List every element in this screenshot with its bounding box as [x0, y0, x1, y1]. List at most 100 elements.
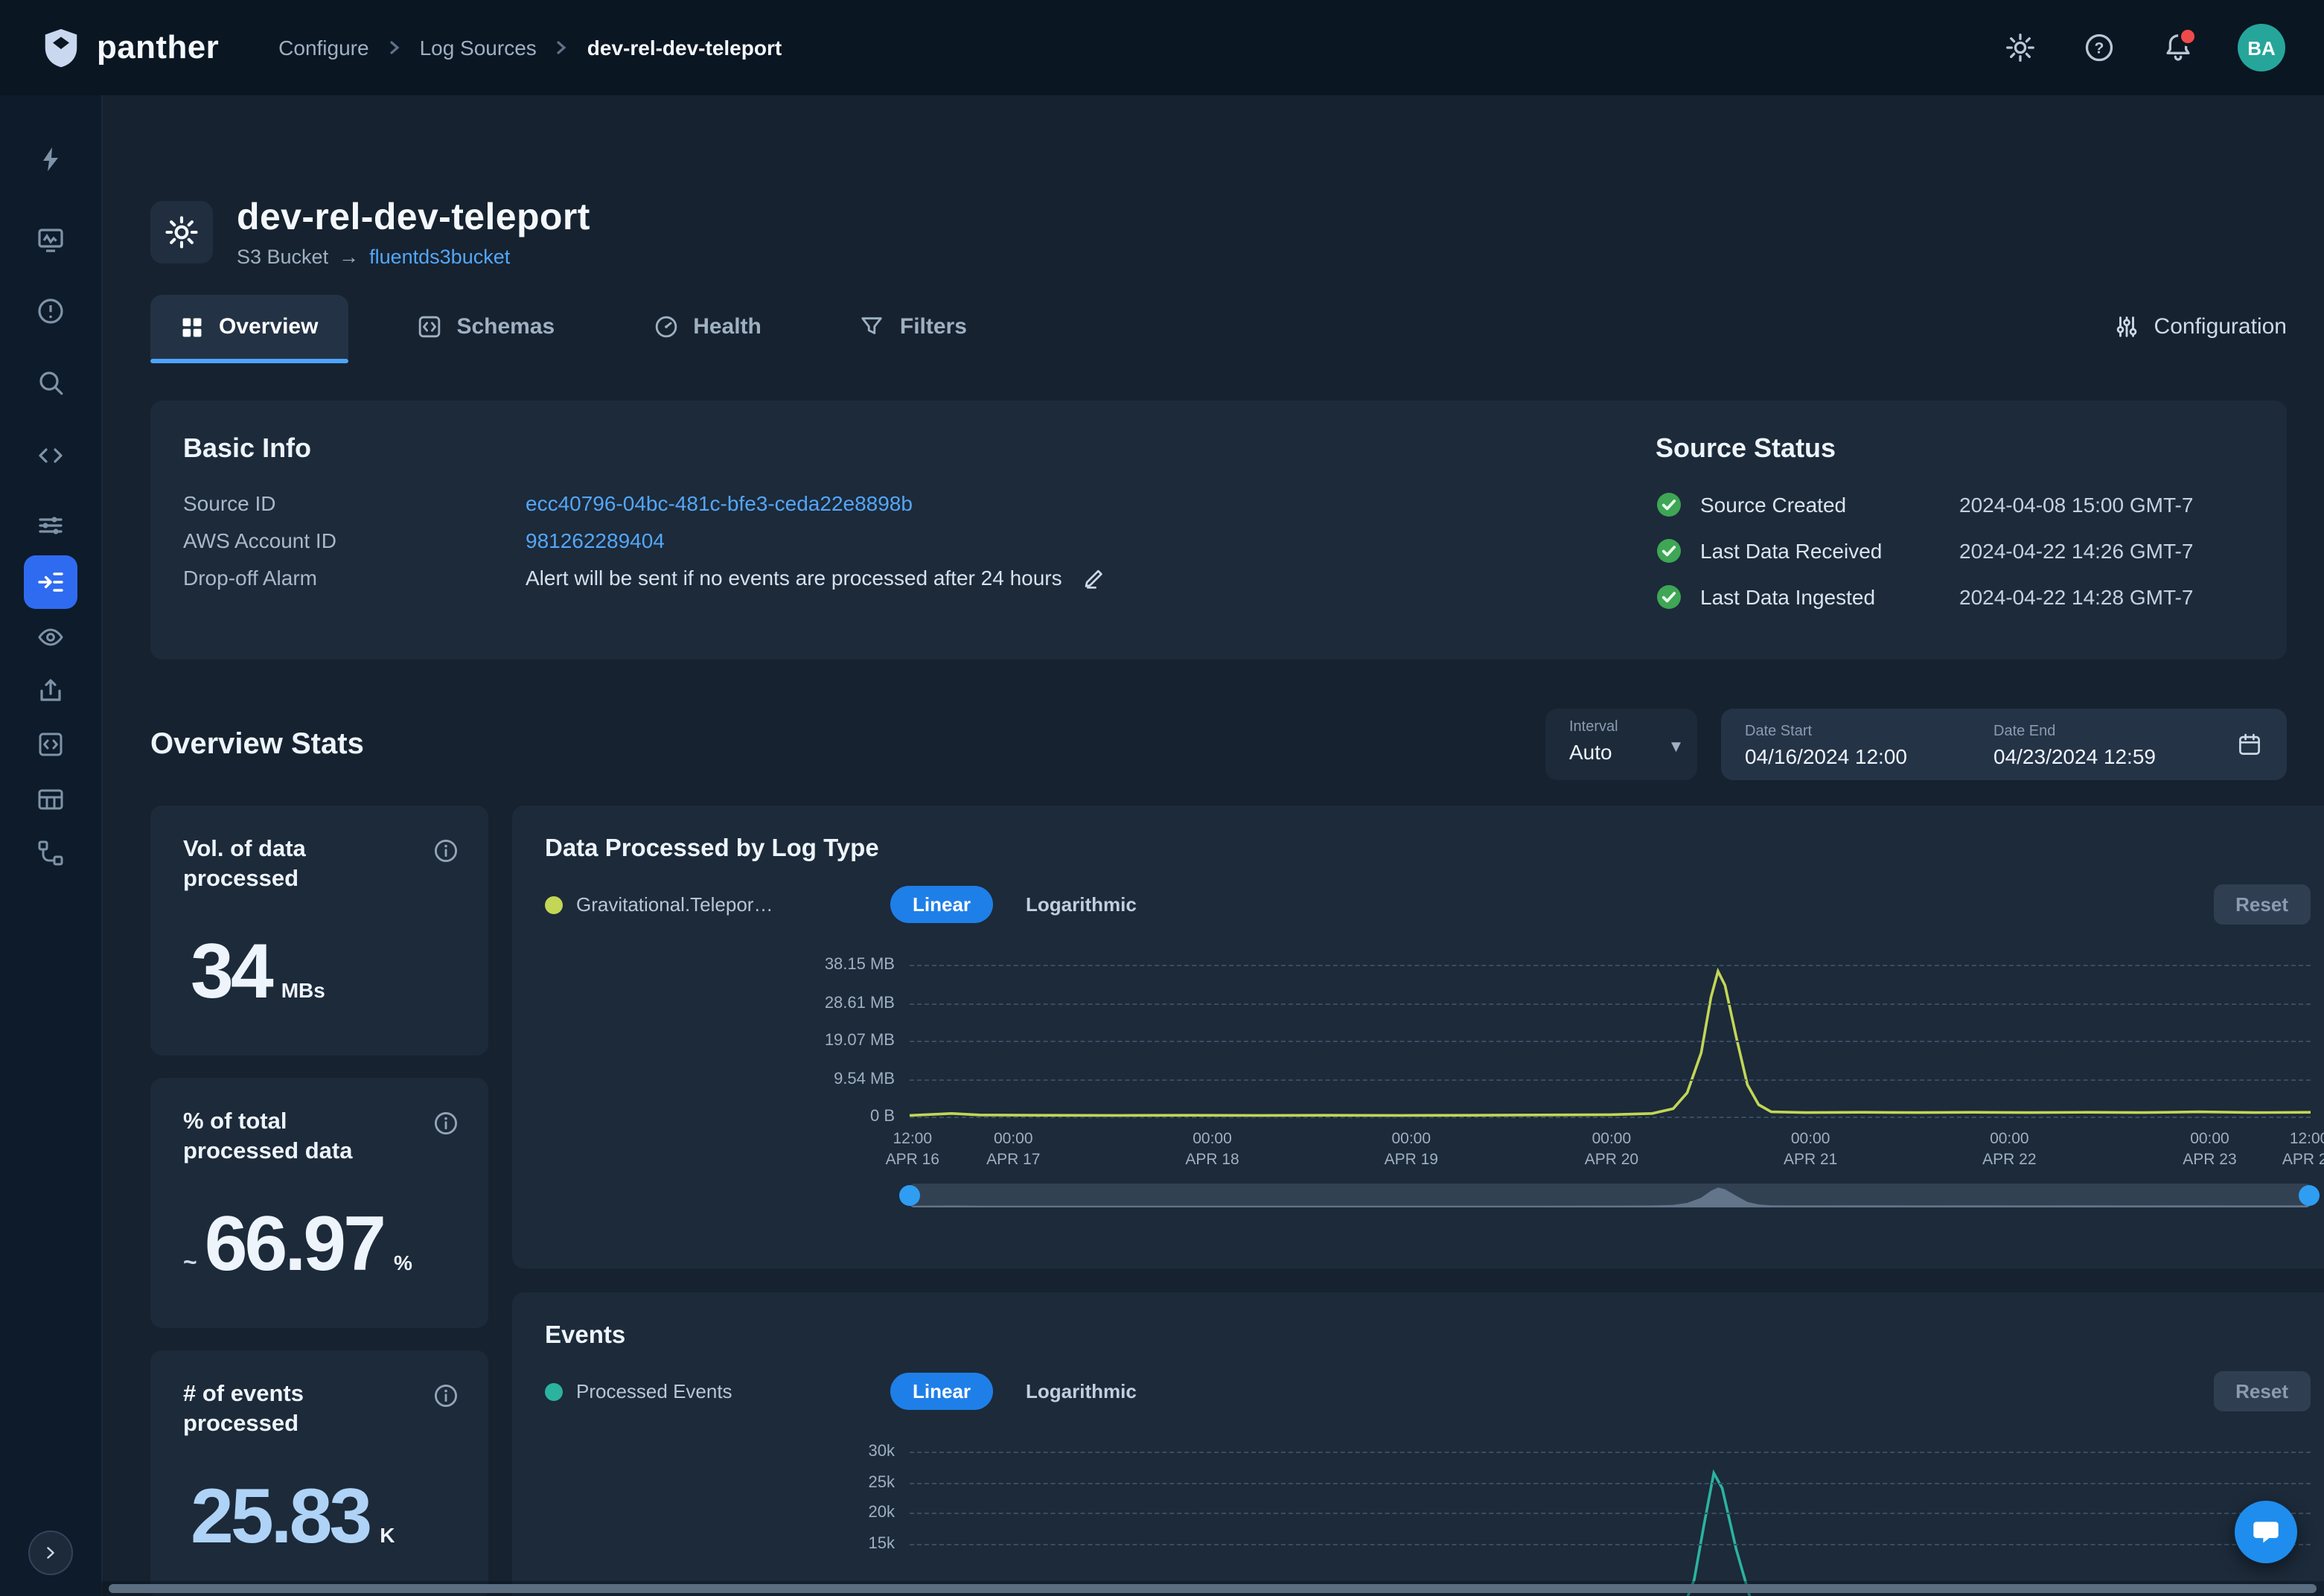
stat-prefix: ~: [183, 1251, 197, 1277]
y-axis-label: 15k: [869, 1534, 896, 1552]
tab-health[interactable]: Health: [623, 295, 791, 359]
stat-card-volume: Vol. of data processed 34MBs: [150, 805, 488, 1056]
info-row-drop-off-alarm: Drop-off Alarm Alert will be sent if no …: [183, 566, 1656, 590]
health-icon: [653, 314, 678, 339]
sidebar-item-query[interactable]: [24, 429, 77, 482]
stat-value: 66.97: [205, 1200, 383, 1289]
source-status-title: Source Status: [1656, 433, 2254, 465]
tab-schemas[interactable]: Schemas: [386, 295, 584, 359]
logarithmic-button[interactable]: Logarithmic: [1008, 1373, 1155, 1410]
stat-cards-column: Vol. of data processed 34MBs % of total …: [150, 805, 488, 1596]
breadcrumb-item-configure[interactable]: Configure: [278, 36, 368, 60]
scrubber-handle-right[interactable]: [2299, 1185, 2320, 1206]
bucket-link[interactable]: fluentds3bucket: [369, 246, 510, 268]
date-start-value: 04/16/2024 12:00: [1745, 744, 1907, 767]
tab-filters[interactable]: Filters: [830, 295, 997, 359]
sidebar-item-detections[interactable]: [24, 499, 77, 552]
linear-button[interactable]: Linear: [890, 1373, 993, 1410]
plot-wrap: 30k25k20k15k: [910, 1452, 2311, 1596]
source-id-value[interactable]: ecc40796-04bc-481c-bfe3-ceda22e8898b: [526, 491, 913, 515]
y-axis-label: 20k: [869, 1504, 896, 1522]
interval-value: Auto: [1569, 740, 1679, 764]
y-axis: 30k25k20k15k: [776, 1452, 895, 1596]
notifications-button[interactable]: [2159, 28, 2197, 67]
edit-drop-off-button[interactable]: [1083, 566, 1107, 590]
info-icon[interactable]: [433, 1383, 459, 1408]
chat-launcher-button[interactable]: [2235, 1501, 2297, 1563]
code-icon: [36, 441, 66, 470]
gridline: [910, 1117, 2311, 1118]
x-axis-label: 00:00APR 20: [1585, 1129, 1638, 1171]
sidebar-item-tables[interactable]: [24, 773, 77, 826]
breadcrumb-item-current: dev-rel-dev-teleport: [587, 36, 782, 60]
settings-button[interactable]: [2001, 28, 2040, 67]
reset-button[interactable]: Reset: [2213, 1371, 2311, 1411]
sidebar-item-log-sources[interactable]: [24, 555, 77, 609]
sidebar-item-bolt[interactable]: [24, 133, 77, 186]
gridline: [910, 1543, 2311, 1545]
y-axis-label: 30k: [869, 1443, 896, 1461]
export-icon: [36, 676, 66, 706]
user-avatar[interactable]: BA: [2238, 24, 2285, 71]
breadcrumb: Configure Log Sources dev-rel-dev-telepo…: [278, 36, 782, 60]
sidebar: [0, 95, 103, 1596]
x-axis-label: 00:00APR 17: [986, 1129, 1040, 1171]
aws-account-id-value[interactable]: 981262289404: [526, 529, 665, 552]
sidebar-item-enrichment[interactable]: [24, 610, 77, 664]
gridline: [910, 965, 2311, 966]
question-icon: ?: [2083, 31, 2116, 64]
date-range-picker[interactable]: Date Start 04/16/2024 12:00 Date End 04/…: [1721, 709, 2287, 780]
arrow-right-icon: →: [339, 246, 359, 268]
date-end-group: Date End 04/23/2024 12:59: [1993, 721, 2156, 767]
plot-wrap: 38.15 MB28.61 MB19.07 MB9.54 MB0 B 12:00…: [910, 965, 2311, 1209]
sliders-icon: [2114, 314, 2139, 339]
stat-unit: K: [380, 1523, 395, 1547]
info-row-aws-account: AWS Account ID 981262289404: [183, 529, 1656, 552]
sidebar-item-export[interactable]: [24, 664, 77, 718]
stat-value: 34: [191, 928, 271, 1017]
check-circle-icon: [1656, 491, 1682, 518]
scrubber-handle-left[interactable]: [899, 1185, 920, 1206]
sidebar-item-packs[interactable]: [24, 718, 77, 771]
tabs-row: Overview Schemas Health Filters: [150, 295, 2287, 359]
time-range-scrubber[interactable]: [910, 1182, 2311, 1209]
scrubber-track[interactable]: [910, 1184, 2311, 1207]
sidebar-expand-button[interactable]: [28, 1530, 73, 1575]
gridline: [910, 1513, 2311, 1514]
logarithmic-button[interactable]: Logarithmic: [1008, 886, 1155, 923]
configuration-button[interactable]: Configuration: [2114, 314, 2287, 339]
chart-controls: Gravitational.Telepor… Linear Logarithmi…: [545, 884, 2311, 925]
sidebar-item-alerts[interactable]: [24, 284, 77, 338]
info-icon[interactable]: [433, 838, 459, 864]
linear-button[interactable]: Linear: [890, 886, 993, 923]
scrollbar-thumb[interactable]: [109, 1584, 2317, 1593]
basic-info-title: Basic Info: [183, 433, 1656, 465]
reset-button[interactable]: Reset: [2213, 884, 2311, 925]
info-icon[interactable]: [433, 1111, 459, 1136]
sidebar-item-pipeline[interactable]: [24, 826, 77, 880]
stat-card-events: # of events processed 25.83K: [150, 1350, 488, 1596]
top-nav: panther Configure Log Sources dev-rel-de…: [0, 0, 2324, 95]
info-label: Source ID: [183, 491, 526, 515]
legend-label: Processed Events: [576, 1380, 732, 1402]
panther-brand[interactable]: panther: [39, 25, 219, 70]
sidebar-item-search[interactable]: [24, 356, 77, 409]
plot-area: [910, 965, 2311, 1117]
chart-controls: Processed Events Linear Logarithmic Rese…: [545, 1371, 2311, 1411]
date-end-value: 04/23/2024 12:59: [1993, 744, 2156, 767]
stat-unit: MBs: [281, 978, 325, 1002]
sidebar-item-dashboard[interactable]: [24, 213, 77, 266]
dashboard-icon: [36, 225, 66, 255]
help-button[interactable]: ?: [2080, 28, 2119, 67]
breadcrumb-item-log-sources[interactable]: Log Sources: [420, 36, 537, 60]
interval-select[interactable]: Interval Auto ▾: [1545, 709, 1697, 780]
x-axis-label: 12:00APR 23: [2282, 1129, 2324, 1171]
main-content: dev-rel-dev-teleport S3 Bucket → fluentd…: [103, 95, 2324, 1596]
scrubber-mini-chart: [910, 1184, 2311, 1207]
tab-label: Health: [693, 314, 762, 339]
tab-overview[interactable]: Overview: [150, 295, 348, 359]
gridline: [910, 1482, 2311, 1484]
pencil-icon: [1083, 566, 1107, 590]
horizontal-scrollbar[interactable]: [101, 1581, 2324, 1596]
bolt-icon: [36, 144, 66, 174]
